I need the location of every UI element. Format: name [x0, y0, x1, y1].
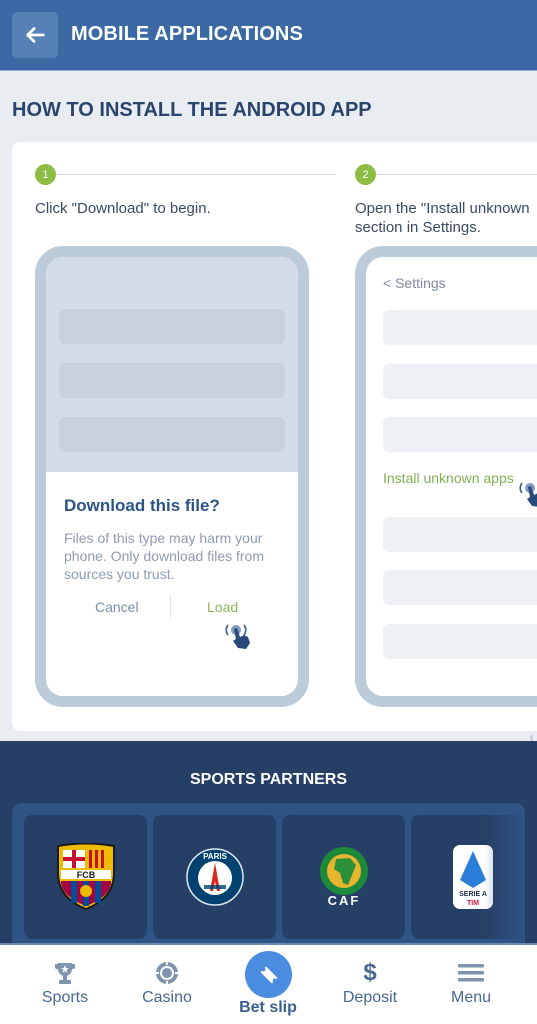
arrow-left-icon [26, 27, 45, 43]
nav-bet-slip[interactable]: Bet slip [218, 945, 318, 1024]
phone-illustration: < Settings Install unknown apps [355, 246, 537, 707]
carousel-fade [485, 803, 525, 953]
caf-logo-text: CAF [327, 893, 360, 908]
step-1: 1 Click "Download" to begin. Download th… [12, 142, 342, 731]
placeholder-bar [383, 517, 537, 552]
tap-hand-icon [225, 624, 250, 649]
step-number-badge: 2 [355, 164, 376, 185]
download-dialog: Download this file? Files of this type m… [46, 472, 298, 696]
placeholder-bar [383, 570, 537, 605]
placeholder-bar [59, 309, 285, 344]
dialog-body: Files of this type may harm your phone. … [64, 530, 264, 582]
partner-tile-caf[interactable]: CAF [282, 815, 405, 939]
top-header: MOBILE APPLICATIONS [0, 0, 537, 71]
placeholder-bar [383, 364, 537, 399]
caf-logo-icon: CAF [319, 847, 368, 908]
tap-hand-icon [519, 482, 537, 507]
nav-label: Menu [450, 989, 492, 1006]
psg-logo-text: PARIS [203, 852, 228, 861]
chip-icon [156, 962, 178, 984]
step-instruction: Click "Download" to begin. [35, 200, 211, 217]
tim-logo-text: TIM [466, 900, 478, 907]
partners-carousel[interactable]: FCB PARIS CAF SERIE A TIM [12, 803, 525, 953]
step-divider [376, 174, 537, 175]
sports-partners-section: SPORTS PARTNERS FCB PARIS CAF SERIE A TI… [0, 741, 537, 953]
dialog-title: Download this file? [64, 496, 220, 515]
nav-label: Bet slip [239, 999, 297, 1016]
section-title: HOW TO INSTALL THE ANDROID APP [12, 99, 372, 121]
placeholder-bar [383, 310, 537, 345]
dialog-button-divider [170, 594, 171, 618]
nav-label: Casino [142, 989, 192, 1006]
nav-label: Deposit [342, 989, 398, 1006]
nav-menu[interactable]: Menu [421, 945, 521, 1024]
hamburger-icon [458, 964, 484, 982]
dollar-icon: $ [363, 959, 377, 986]
ticket-icon [260, 966, 277, 983]
step-divider [56, 174, 336, 175]
nav-sports[interactable]: Sports [15, 945, 115, 1024]
partner-tile-psg[interactable]: PARIS [153, 815, 276, 939]
partners-title: SPORTS PARTNERS [189, 771, 348, 788]
placeholder-bar [383, 624, 537, 659]
fc-barcelona-logo-icon: FCB [56, 843, 115, 911]
back-button[interactable] [12, 12, 58, 58]
step-instruction-line: Open the "Install unknown [355, 200, 530, 217]
placeholder-bar [383, 417, 537, 452]
step-instruction: Open the "Install unknown section in Set… [355, 199, 537, 237]
partner-tile-fcb[interactable]: FCB [24, 815, 147, 939]
serie-a-logo-text: SERIE A [459, 891, 487, 898]
step-2: 2 Open the "Install unknown section in S… [332, 142, 537, 731]
phone-screen-background [46, 257, 298, 472]
phone-illustration: Download this file? Files of this type m… [35, 246, 309, 707]
psg-logo-icon: PARIS [185, 848, 244, 906]
fcb-logo-text: FCB [76, 870, 95, 880]
step-instruction-line: section in Settings. [355, 219, 481, 236]
placeholder-bar [59, 363, 285, 398]
bet-slip-button[interactable] [245, 951, 292, 998]
install-steps-carousel[interactable]: 1 Click "Download" to begin. Download th… [12, 142, 537, 731]
page-title: MOBILE APPLICATIONS [71, 23, 303, 45]
step-number-badge: 1 [35, 164, 56, 185]
dialog-cancel-button: Cancel [95, 599, 139, 615]
placeholder-bar [59, 417, 285, 452]
nav-deposit[interactable]: $ Deposit [320, 945, 420, 1024]
nav-casino[interactable]: Casino [117, 945, 217, 1024]
settings-back-label: < Settings [383, 275, 446, 291]
bottom-navigation: Sports Casino Bet slip $ Deposit Menu [0, 943, 537, 1024]
trophy-icon [54, 963, 76, 984]
dialog-load-button: Load [207, 599, 239, 615]
nav-label: Sports [41, 989, 89, 1006]
install-unknown-apps-item: Install unknown apps [383, 470, 514, 486]
